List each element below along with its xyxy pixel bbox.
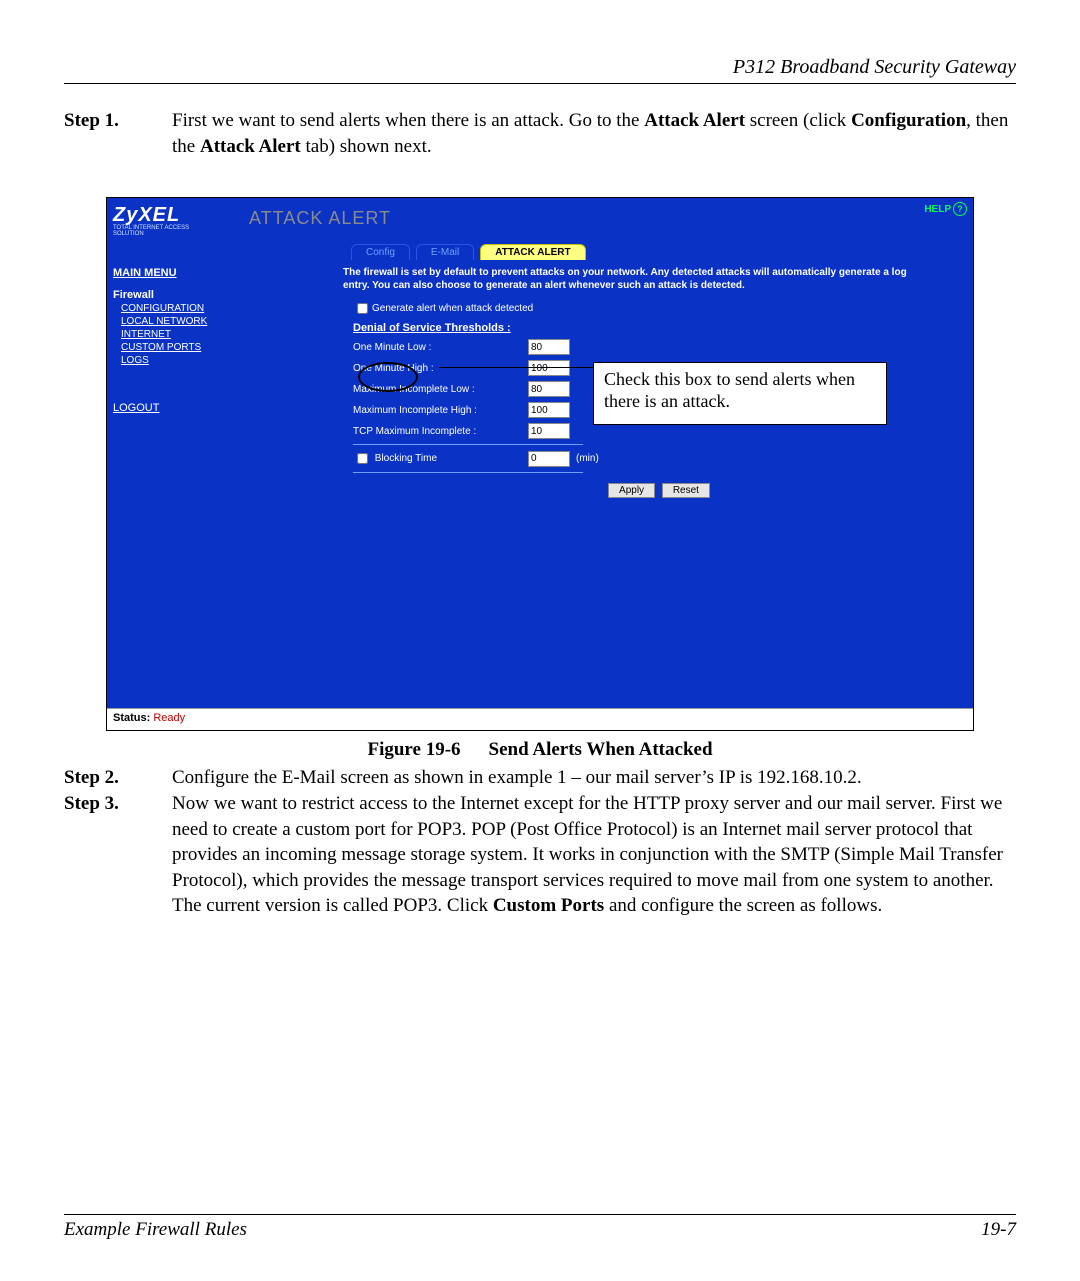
input-max-inc-low[interactable] bbox=[528, 381, 570, 397]
label-one-min-high: One Minute High : bbox=[353, 363, 528, 374]
status-label: Status: bbox=[113, 712, 150, 724]
label-one-min-low: One Minute Low : bbox=[353, 342, 528, 353]
generate-alert-label: Generate alert when attack detected bbox=[372, 303, 533, 314]
input-max-inc-high[interactable] bbox=[528, 402, 570, 418]
sidebar-link-local-network[interactable]: LOCAL NETWORK bbox=[121, 316, 219, 327]
input-one-min-low[interactable] bbox=[528, 339, 570, 355]
footer-rule bbox=[64, 1214, 1016, 1215]
step-3: Step 3. Now we want to restrict access t… bbox=[64, 791, 1016, 919]
doc-header-title: P312 Broadband Security Gateway bbox=[64, 56, 1016, 79]
step-2-label: Step 2. bbox=[64, 765, 172, 791]
step-1-bold-3: Attack Alert bbox=[200, 136, 301, 157]
figure-title: Send Alerts When Attacked bbox=[489, 739, 713, 760]
footer-left: Example Firewall Rules bbox=[64, 1219, 247, 1241]
page-footer: Example Firewall Rules 19-7 bbox=[64, 1206, 1016, 1241]
divider-1 bbox=[353, 444, 583, 445]
label-tcp-max-inc: TCP Maximum Incomplete : bbox=[353, 426, 528, 437]
brand-logo: ZyXEL bbox=[113, 204, 219, 227]
reset-button[interactable]: Reset bbox=[662, 483, 710, 498]
step-1: Step 1. First we want to send alerts whe… bbox=[64, 108, 1016, 159]
blocking-time-text: Blocking Time bbox=[375, 453, 437, 464]
button-row: Apply Reset bbox=[353, 483, 965, 498]
divider-2 bbox=[353, 472, 583, 473]
tab-bar: Config E-Mail ATTACK ALERT bbox=[351, 244, 965, 260]
step-1-bold-1: Attack Alert bbox=[644, 110, 745, 131]
sidebar-link-logs[interactable]: LOGS bbox=[121, 355, 219, 366]
status-bar: Status: Ready bbox=[107, 708, 973, 730]
step-2-body: Configure the E-Mail screen as shown in … bbox=[172, 765, 1016, 791]
row-generate-alert: Generate alert when attack detected bbox=[353, 300, 965, 317]
step-1-bold-2: Configuration bbox=[851, 110, 966, 131]
tab-config[interactable]: Config bbox=[351, 244, 410, 260]
blocking-time-checkbox[interactable] bbox=[357, 453, 368, 464]
apply-button[interactable]: Apply bbox=[608, 483, 655, 498]
tab-attack-alert[interactable]: ATTACK ALERT bbox=[480, 244, 585, 260]
sidebar-link-custom-ports[interactable]: CUSTOM PORTS bbox=[121, 342, 219, 353]
main-area: HELP? ATTACK ALERT Config E-Mail ATTACK … bbox=[225, 198, 973, 708]
footer-right: 19-7 bbox=[981, 1219, 1016, 1241]
input-one-min-high[interactable] bbox=[528, 360, 570, 376]
step-1-text-mid: screen (click bbox=[745, 110, 851, 131]
label-blocking-time: Blocking Time bbox=[353, 450, 528, 467]
help-text: HELP bbox=[924, 204, 951, 215]
step-1-body: First we want to send alerts when there … bbox=[172, 108, 1016, 159]
embedded-screenshot: ZyXEL TOTAL INTERNET ACCESS SOLUTION MAI… bbox=[106, 197, 974, 731]
step-1-text-post: tab) shown next. bbox=[301, 136, 432, 157]
brand-tagline: TOTAL INTERNET ACCESS SOLUTION bbox=[113, 225, 219, 237]
panel-intro-text: The firewall is set by default to preven… bbox=[343, 266, 935, 292]
sidebar-link-logout[interactable]: LOGOUT bbox=[113, 402, 219, 414]
status-value: Ready bbox=[153, 712, 185, 724]
panel-title: ATTACK ALERT bbox=[249, 208, 391, 229]
label-max-inc-low: Maximum Incomplete Low : bbox=[353, 384, 528, 395]
help-link[interactable]: HELP? bbox=[924, 202, 967, 216]
step-3-text-2: and configure the screen as follows. bbox=[604, 895, 882, 916]
help-question-icon: ? bbox=[953, 202, 967, 216]
sidebar-link-internet[interactable]: INTERNET bbox=[121, 329, 219, 340]
step-3-body: Now we want to restrict access to the In… bbox=[172, 791, 1016, 919]
step-1-label: Step 1. bbox=[64, 108, 172, 159]
tab-email[interactable]: E-Mail bbox=[416, 244, 474, 260]
blocking-time-unit: (min) bbox=[576, 453, 599, 464]
input-blocking-time[interactable] bbox=[528, 451, 570, 467]
input-tcp-max-inc[interactable] bbox=[528, 423, 570, 439]
sidebar: ZyXEL TOTAL INTERNET ACCESS SOLUTION MAI… bbox=[107, 198, 225, 708]
row-tcp-max-inc: TCP Maximum Incomplete : bbox=[353, 423, 965, 439]
label-max-inc-high: Maximum Incomplete High : bbox=[353, 405, 528, 416]
figure-number: Figure 19-6 bbox=[367, 739, 460, 760]
figure-caption: Figure 19-6 Send Alerts When Attacked bbox=[64, 739, 1016, 761]
step-2: Step 2. Configure the E-Mail screen as s… bbox=[64, 765, 1016, 791]
row-one-min-low: One Minute Low : bbox=[353, 339, 965, 355]
annotation-callout: Check this box to send alerts when there… bbox=[593, 362, 887, 425]
sidebar-main-menu[interactable]: MAIN MENU bbox=[113, 267, 219, 279]
row-blocking-time: Blocking Time (min) bbox=[353, 450, 965, 467]
sidebar-heading-firewall: Firewall bbox=[113, 289, 219, 301]
step-1-text-pre: First we want to send alerts when there … bbox=[172, 110, 644, 131]
header-rule bbox=[64, 83, 1016, 84]
dos-heading: Denial of Service Thresholds : bbox=[353, 322, 965, 334]
sidebar-link-configuration[interactable]: CONFIGURATION bbox=[121, 303, 219, 314]
step-3-bold-1: Custom Ports bbox=[493, 895, 604, 916]
generate-alert-checkbox[interactable] bbox=[357, 303, 368, 314]
step-3-label: Step 3. bbox=[64, 791, 172, 919]
